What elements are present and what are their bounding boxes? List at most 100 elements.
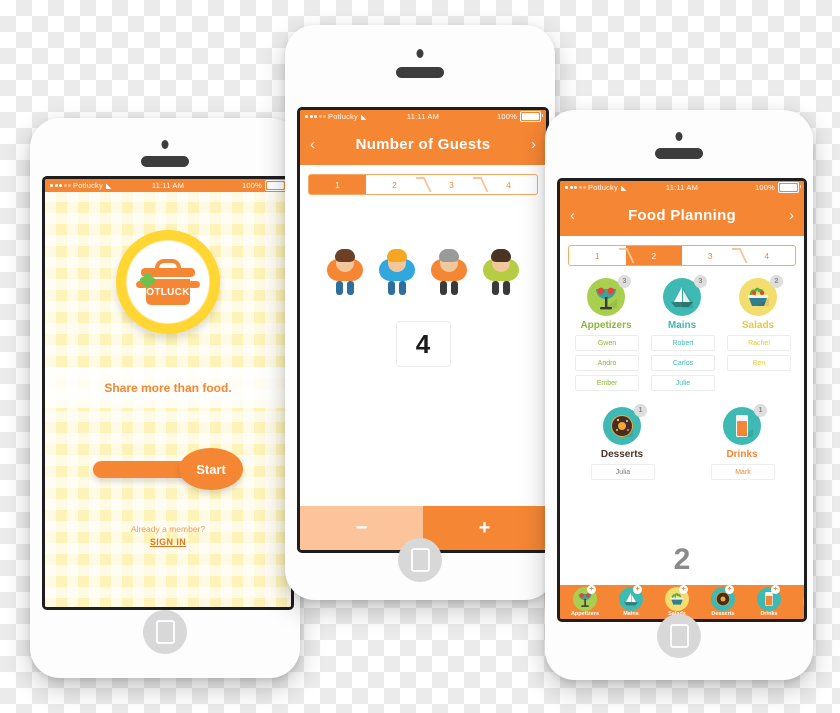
- assignee-chip[interactable]: Julia: [591, 464, 655, 480]
- tab-mains[interactable]: + Mains: [610, 585, 652, 617]
- tab-label: Desserts: [711, 611, 735, 617]
- signal-dots-icon: [50, 184, 71, 187]
- chevron-left-icon[interactable]: ‹: [310, 136, 315, 153]
- add-icon[interactable]: +: [725, 585, 734, 594]
- carrier-label: Potlucky: [588, 183, 618, 192]
- tab-salads[interactable]: + Salads: [656, 585, 698, 617]
- wifi-icon: ◣: [620, 184, 627, 192]
- assignee-chip[interactable]: Gwen: [575, 335, 639, 351]
- clock-label: 11:11 AM: [665, 183, 699, 192]
- assignee-chip[interactable]: Carlos: [651, 355, 715, 371]
- start-button-label: Start: [179, 448, 243, 490]
- increment-button[interactable]: +: [423, 506, 546, 550]
- assignee-chip[interactable]: Julie: [651, 375, 715, 391]
- clock-label: 11:11 AM: [151, 181, 185, 190]
- step-1-label: 1: [594, 250, 600, 261]
- tab-drinks[interactable]: + Drinks: [748, 585, 790, 617]
- assignee-chip[interactable]: Robert: [651, 335, 715, 351]
- chevron-right-icon[interactable]: ›: [789, 207, 794, 224]
- battery-percent-label: 100%: [242, 181, 262, 190]
- tab-label: Drinks: [760, 611, 778, 617]
- tab-overflow-partial[interactable]: [794, 590, 804, 614]
- add-icon[interactable]: +: [633, 585, 642, 594]
- guest-avatar-3: [431, 249, 467, 295]
- remaining-count: 2: [673, 543, 691, 576]
- category-row-top: 3 Appetizers Gwen Andro Ember 3 Mains Ro…: [560, 275, 804, 391]
- step-2[interactable]: 2: [366, 175, 432, 194]
- step-1[interactable]: 1: [309, 175, 366, 194]
- category-mains[interactable]: 3 Mains Robert Carlos Julie: [651, 275, 715, 391]
- assignee-chip[interactable]: Ben: [727, 355, 791, 371]
- home-button[interactable]: [657, 614, 701, 658]
- splash-background: POTLUCKY Share more than food. Start Alr…: [45, 192, 291, 607]
- screen-number-of-guests: Potlucky ◣ 11:11 AM 100% ‹ Number of Gue…: [297, 107, 549, 553]
- page-title: Food Planning: [627, 206, 737, 224]
- category-label: Mains: [667, 320, 697, 331]
- category-desserts[interactable]: 1 Desserts Julia: [591, 404, 655, 480]
- guest-avatar-row: [300, 249, 546, 295]
- app-logo: POTLUCKY: [116, 230, 220, 334]
- start-button[interactable]: Start: [93, 448, 243, 490]
- category-drinks[interactable]: 1 Drinks Mark: [711, 404, 775, 480]
- step-3-label: 3: [707, 250, 713, 261]
- chevron-left-icon[interactable]: ‹: [570, 207, 575, 224]
- battery-icon: [265, 180, 288, 191]
- nav-bar: ‹ Number of Guests ›: [300, 123, 546, 165]
- battery-percent-label: 100%: [497, 112, 517, 121]
- step-indicator: 1 2 3 4: [568, 245, 796, 266]
- phone-device-food-planning: Potlucky ◣ 11:11 AM 100% ‹ Food Planning…: [545, 110, 813, 680]
- page-title: Number of Guests: [355, 135, 491, 153]
- assignee-chip[interactable]: Mark: [711, 464, 775, 480]
- tab-appetizers[interactable]: + Appetizers: [564, 585, 606, 617]
- category-salads[interactable]: 2 Salads Rachel Ben: [727, 275, 791, 391]
- logo-outer-ring: POTLUCKY: [116, 230, 220, 334]
- status-badge: 2: [770, 275, 783, 288]
- appetizer-icon: +: [573, 585, 597, 611]
- appetizer-icon: [803, 590, 804, 614]
- add-icon[interactable]: +: [587, 585, 596, 594]
- sign-in-link[interactable]: SIGN IN: [150, 537, 186, 547]
- status-bar: Potlucky ◣ 11:11 AM 100%: [300, 110, 546, 123]
- add-icon[interactable]: +: [771, 585, 780, 594]
- nav-bar: ‹ Food Planning ›: [560, 194, 804, 236]
- tab-desserts[interactable]: + Desserts: [702, 585, 744, 617]
- phone-device-splash: Potlucky ◣ 11:11 AM 100% POTLUCKY Share …: [30, 118, 300, 678]
- salad-bowl-icon: +: [665, 585, 689, 611]
- step-arrow: [360, 175, 372, 194]
- signal-dots-icon: [565, 186, 586, 189]
- status-bar: Potlucky ◣ 11:11 AM 100%: [560, 181, 804, 194]
- step-indicator: 1 2 3 4: [308, 174, 538, 195]
- battery-percent-label: 100%: [755, 183, 775, 192]
- chevron-right-icon[interactable]: ›: [531, 136, 536, 153]
- tab-label: Mains: [623, 611, 639, 617]
- tab-label: Appetizers: [570, 611, 600, 617]
- step-3-label: 3: [449, 179, 454, 190]
- home-button[interactable]: [398, 538, 442, 582]
- wifi-icon: ◣: [360, 113, 367, 121]
- step-4-label: 4: [506, 179, 511, 190]
- assignee-chip[interactable]: Rachel: [727, 335, 791, 351]
- step-3[interactable]: 3: [682, 246, 747, 265]
- step-2-label: 2: [651, 250, 657, 261]
- assignee-chip[interactable]: Ember: [575, 375, 639, 391]
- category-label: Appetizers: [580, 320, 632, 331]
- earpiece-speaker-icon: [655, 148, 703, 159]
- status-bar: Potlucky ◣ 11:11 AM 100%: [45, 179, 291, 192]
- clover-icon: [139, 272, 156, 288]
- add-icon[interactable]: +: [679, 585, 688, 594]
- guest-avatar-4: [483, 249, 519, 295]
- drink-glass-icon: +: [757, 585, 781, 611]
- step-1[interactable]: 1: [569, 246, 634, 265]
- category-label: Drinks: [726, 449, 758, 460]
- status-badge: 1: [634, 404, 647, 417]
- category-label: Salads: [741, 320, 775, 331]
- front-camera-icon: [161, 140, 169, 149]
- wifi-icon: ◣: [105, 182, 112, 190]
- home-button[interactable]: [143, 610, 187, 654]
- status-badge: 1: [754, 404, 767, 417]
- category-appetizers[interactable]: 3 Appetizers Gwen Andro Ember: [575, 275, 639, 391]
- screen-splash: Potlucky ◣ 11:11 AM 100% POTLUCKY Share …: [42, 176, 294, 610]
- assignee-chip[interactable]: Andro: [575, 355, 639, 371]
- step-1-label: 1: [335, 179, 340, 190]
- status-badge: 3: [618, 275, 631, 288]
